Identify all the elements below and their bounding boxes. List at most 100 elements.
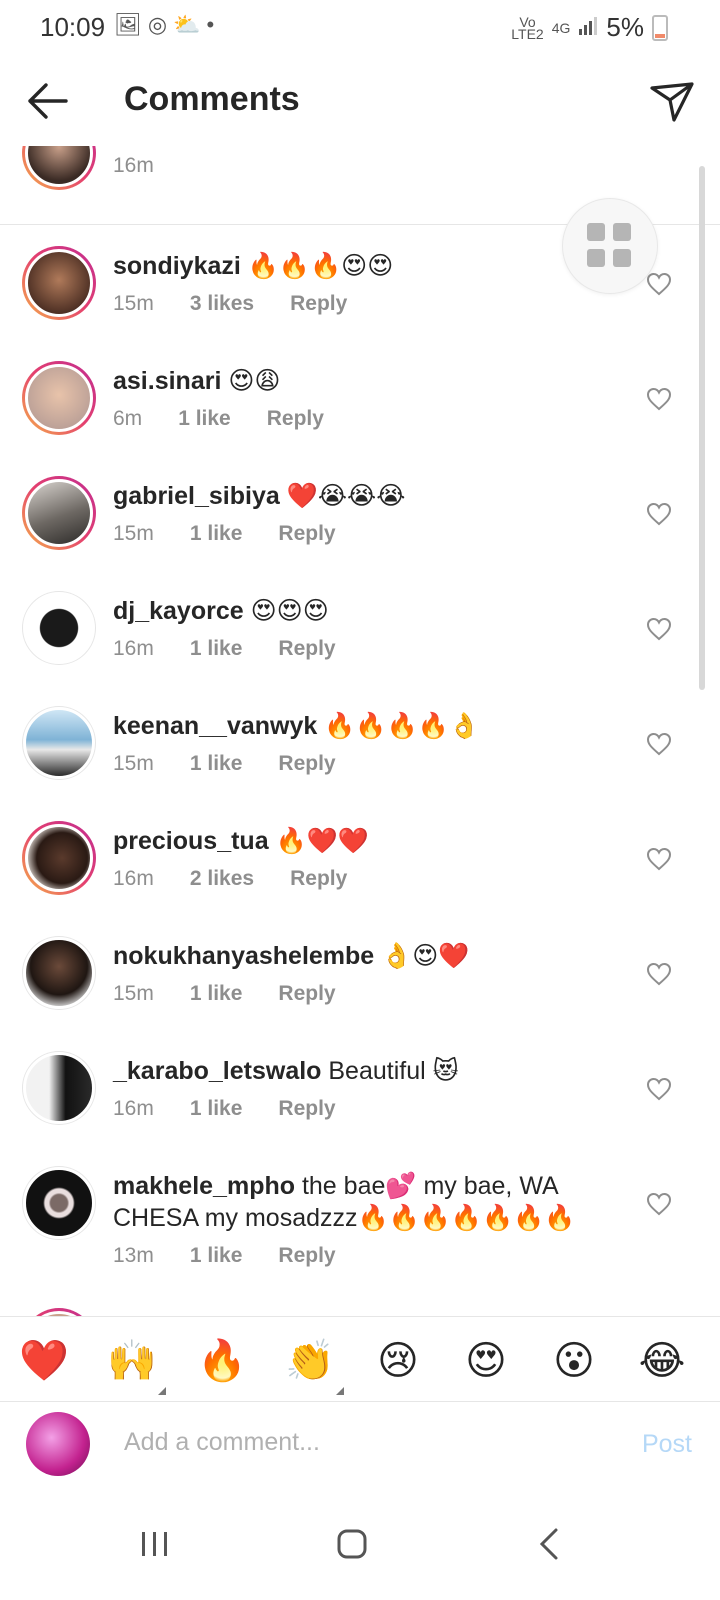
recent-apps-icon <box>142 1532 167 1556</box>
emoji-heart[interactable]: ❤️ <box>18 1335 70 1387</box>
reply-button[interactable]: Reply <box>278 752 335 776</box>
comment-likes[interactable]: 1 like <box>190 522 243 546</box>
comment-username[interactable]: sondiykazi <box>113 252 241 280</box>
comment-text: 👌😍❤️ <box>374 942 470 970</box>
post-button[interactable]: Post <box>642 1430 692 1459</box>
comment-composer: Add a comment... Post <box>0 1400 720 1492</box>
comment-text: 🔥🔥🔥🔥👌 <box>317 712 480 740</box>
like-button[interactable] <box>646 847 672 871</box>
emoji-crying[interactable]: 😢 <box>372 1335 424 1387</box>
like-button[interactable] <box>646 387 672 411</box>
reply-button[interactable]: Reply <box>290 292 347 316</box>
comment-time: 15m <box>113 752 154 775</box>
reply-button[interactable]: Reply <box>278 982 335 1006</box>
reply-button[interactable]: Reply <box>290 867 347 891</box>
reply-button[interactable]: Reply <box>278 1244 335 1268</box>
skin-tone-indicator <box>336 1387 344 1395</box>
header: Comments <box>0 56 720 146</box>
avatar[interactable] <box>22 706 96 780</box>
heart-outline-icon <box>646 962 672 986</box>
emoji-clap[interactable]: 👏 <box>284 1335 344 1395</box>
emoji-joy[interactable]: 😂 <box>636 1335 688 1387</box>
avatar[interactable] <box>22 476 96 550</box>
avatar[interactable] <box>22 1051 96 1125</box>
comment-likes[interactable]: 3 likes <box>190 292 254 316</box>
comment-likes[interactable]: 1 like <box>190 637 243 661</box>
emoji-heart-eyes[interactable]: 😍 <box>460 1335 512 1387</box>
nav-back-button[interactable] <box>520 1522 580 1566</box>
avatar[interactable] <box>22 936 96 1010</box>
heart-outline-icon <box>646 502 672 526</box>
back-arrow-icon <box>28 83 68 119</box>
comment-likes[interactable]: 2 likes <box>190 867 254 891</box>
comment-username[interactable]: nokukhanyashelembe <box>113 942 374 970</box>
comments-list[interactable]: amandadupont 🐘🐆 🦓🦏🦁 16m sondiykazi 🔥🔥🔥😍😍… <box>0 146 720 1316</box>
comment-username[interactable]: keenan__vanwyk <box>113 712 317 740</box>
like-button[interactable] <box>646 1192 672 1216</box>
reply-button[interactable]: Reply <box>278 637 335 661</box>
heart-outline-icon <box>646 847 672 871</box>
comment-username[interactable]: gabriel_sibiya <box>113 482 280 510</box>
emoji-raised-hands[interactable]: 🙌 <box>106 1335 166 1395</box>
comment-likes[interactable]: 1 like <box>190 752 243 776</box>
comment-username[interactable]: dj_kayorce <box>113 597 244 625</box>
reply-button[interactable]: Reply <box>278 522 335 546</box>
back-button[interactable] <box>22 78 72 124</box>
comment-likes[interactable]: 1 like <box>190 982 243 1006</box>
system-nav-bar <box>0 1492 720 1600</box>
battery-percent: 5% <box>606 12 644 42</box>
heart-outline-icon <box>646 387 672 411</box>
like-button[interactable] <box>646 1077 672 1101</box>
like-button[interactable] <box>646 502 672 526</box>
like-button[interactable] <box>646 272 672 296</box>
heart-outline-icon <box>646 732 672 756</box>
comment-time: 16m <box>113 154 154 177</box>
avatar[interactable] <box>22 146 96 190</box>
comment-username[interactable]: makhele_mpho <box>113 1172 295 1200</box>
comment-text: ❤️😭😭😭 <box>279 482 406 510</box>
comment-username[interactable]: asi.sinari <box>113 367 221 395</box>
my-avatar <box>26 1412 90 1476</box>
like-button[interactable] <box>646 732 672 756</box>
recent-apps-button[interactable] <box>124 1522 184 1566</box>
comment-likes[interactable]: 1 like <box>190 1097 243 1121</box>
scrollbar[interactable] <box>699 166 705 690</box>
heart-outline-icon <box>646 272 672 296</box>
avatar[interactable] <box>22 246 96 320</box>
battery-icon <box>652 14 668 41</box>
status-right: Vo LTE2 4G 5% <box>511 12 668 43</box>
home-button[interactable] <box>322 1522 382 1566</box>
heart-outline-icon <box>646 1192 672 1216</box>
avatar[interactable] <box>22 1308 96 1316</box>
signal-type: 4G <box>551 19 571 36</box>
reply-button[interactable]: Reply <box>267 407 324 431</box>
status-bar: 10:09 🖼◎⛅• Vo LTE2 4G 5% <box>0 0 720 56</box>
status-time: 10:09 <box>40 12 106 42</box>
avatar[interactable] <box>22 361 96 435</box>
comment-username[interactable]: precious_tua <box>113 827 269 855</box>
share-button[interactable] <box>648 78 696 126</box>
like-button[interactable] <box>646 617 672 641</box>
heart-outline-icon <box>646 1077 672 1101</box>
avatar[interactable] <box>22 591 96 665</box>
emoji-quick-bar: ❤️ 🙌 🔥 👏 😢 😍 😮 😂 <box>0 1316 720 1402</box>
notification-icons: 🖼◎⛅• <box>114 12 221 37</box>
reply-button[interactable]: Reply <box>278 1097 335 1121</box>
comment-likes[interactable]: 1 like <box>190 1244 243 1268</box>
grid-view-button[interactable] <box>562 198 658 294</box>
like-button[interactable] <box>646 962 672 986</box>
comment-text: 🔥🔥🔥😍😍 <box>240 252 394 280</box>
comment-input[interactable]: Add a comment... <box>124 1428 320 1457</box>
comment-username[interactable]: _karabo_letswalo <box>113 1057 321 1085</box>
emoji-fire[interactable]: 🔥 <box>196 1335 248 1387</box>
comment-time: 16m <box>113 867 154 890</box>
emoji-surprised[interactable]: 😮 <box>548 1335 600 1387</box>
comment-text: 🔥❤️❤️ <box>268 827 369 855</box>
avatar[interactable] <box>22 1166 96 1240</box>
comment-time: 16m <box>113 637 154 660</box>
signal-bars-icon <box>578 16 598 39</box>
avatar[interactable] <box>22 821 96 895</box>
comment-time: 15m <box>113 982 154 1005</box>
home-icon <box>337 1529 367 1559</box>
comment-likes[interactable]: 1 like <box>178 407 231 431</box>
